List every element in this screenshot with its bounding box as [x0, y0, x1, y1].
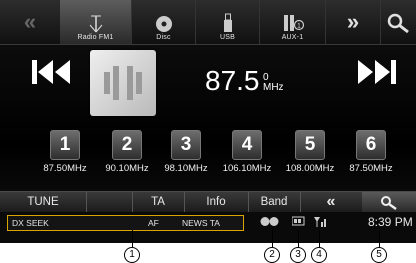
callout-4: 4 [311, 247, 327, 263]
preset-button-2[interactable]: 2 90.10MHz [96, 130, 158, 176]
album-art [90, 50, 156, 116]
news-ta-indicator: NEWS TA [182, 218, 220, 228]
radio-artwork-icon [104, 66, 142, 100]
source-disc-button[interactable]: Disc [132, 0, 196, 44]
callout-2: 2 [264, 247, 280, 263]
frequency-unit-label: MHz [263, 82, 284, 93]
preset-number: 1 [50, 130, 80, 160]
preset-frequency: 87.50MHz [349, 163, 393, 174]
preset-button-6[interactable]: 6 87.50MHz [340, 130, 402, 176]
af-indicator: AF [148, 218, 159, 228]
preset-number: 3 [171, 130, 201, 160]
function-blank-button[interactable] [86, 192, 133, 212]
tune-button[interactable]: TUNE [0, 192, 87, 212]
info-button[interactable]: Info [184, 192, 249, 212]
source-usb-button[interactable]: USB [196, 0, 260, 44]
source-prev-button[interactable]: « [0, 0, 60, 44]
preset-number: 4 [232, 130, 262, 160]
function-bar: TUNE TA Info Band « [0, 191, 416, 212]
back-button[interactable]: « [300, 192, 363, 212]
skip-back-icon [32, 60, 70, 84]
source-bar: « Radio FM1 Disc USB 1 AUX-1 » [0, 0, 416, 45]
preset-frequency: 108.00MHz [285, 163, 335, 174]
preset-frequency: 87.50MHz [43, 163, 87, 174]
settings-wrench-icon [387, 13, 409, 34]
callout-5: 5 [371, 247, 387, 263]
preset-number: 2 [112, 130, 142, 160]
usb-icon [223, 13, 232, 32]
clock-display: 8:39 PM [368, 215, 413, 229]
preset-number: 6 [356, 130, 386, 160]
band-button[interactable]: Band [248, 192, 301, 212]
preset-button-4[interactable]: 4 106.10MHz [216, 130, 278, 176]
settings-wrench-icon [381, 196, 397, 210]
source-aux-button[interactable]: 1 AUX-1 [260, 0, 326, 44]
source-radio-button[interactable]: Radio FM1 [60, 0, 132, 44]
preset-button-1[interactable]: 1 87.50MHz [34, 130, 96, 176]
callout-line-5 [379, 230, 380, 247]
callout-line-1 [132, 230, 133, 247]
callout-line-4 [319, 230, 320, 247]
seek-next-button[interactable] [356, 58, 398, 91]
aux-icon: 1 [283, 15, 304, 31]
svg-text:1: 1 [297, 23, 301, 30]
frequency-display: 87.5 [205, 65, 260, 96]
preset-frequency: 106.10MHz [222, 163, 272, 174]
bluetooth-phone-icon [260, 217, 279, 226]
source-usb-label: USB [220, 34, 235, 41]
head-unit-screen: « Radio FM1 Disc USB 1 AUX-1 » 87.5 0 MH… [0, 0, 416, 243]
source-disc-label: Disc [156, 34, 171, 41]
seek-prev-button[interactable] [30, 58, 72, 91]
preset-button-3[interactable]: 3 98.10MHz [155, 130, 217, 176]
status-bar: DX SEEK AF NEWS TA 8:39 PM [0, 212, 416, 243]
callout-line-2 [272, 230, 273, 247]
source-radio-label: Radio FM1 [77, 34, 114, 41]
top-settings-button[interactable] [380, 0, 416, 44]
dx-seek-indicator: DX SEEK [12, 218, 49, 228]
antenna-icon [89, 15, 102, 33]
source-aux-label: AUX-1 [281, 34, 304, 41]
ta-button[interactable]: TA [132, 192, 185, 212]
preset-button-5[interactable]: 5 108.00MHz [279, 130, 341, 176]
source-next-button[interactable]: » [326, 0, 381, 44]
signal-strength-icon [314, 217, 326, 227]
preset-frequency: 90.10MHz [105, 163, 149, 174]
skip-forward-icon [358, 60, 396, 84]
preset-frequency: 98.10MHz [164, 163, 208, 174]
callout-3: 3 [290, 247, 306, 263]
preset-number: 5 [295, 130, 325, 160]
disc-icon [155, 16, 172, 32]
callout-1: 1 [124, 247, 140, 263]
tuner-status-box: DX SEEK AF NEWS TA [7, 215, 244, 231]
callout-line-3 [298, 230, 299, 247]
frequency-unit: 0 MHz [263, 73, 284, 93]
battery-icon [292, 216, 305, 226]
settings-button[interactable] [362, 192, 416, 212]
